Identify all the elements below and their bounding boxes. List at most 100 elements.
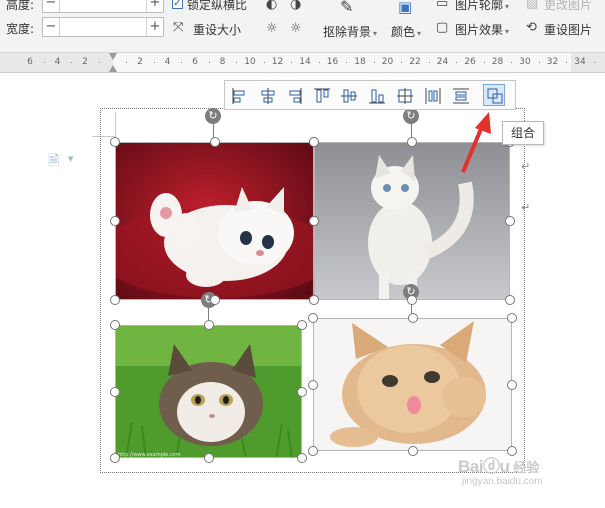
height-decrease-button[interactable]: − (43, 0, 59, 12)
ruler-tick-mark (263, 62, 265, 63)
resize-handle[interactable] (110, 295, 120, 305)
ruler-tick-label: 14 (299, 57, 311, 67)
resize-handle[interactable] (309, 216, 319, 226)
ruler-tick-mark (483, 62, 485, 63)
change-picture-button[interactable]: 更改图片 (544, 0, 592, 13)
ruler-tick-mark (98, 62, 100, 63)
document-page-icon[interactable]: 🗎 (48, 150, 59, 174)
width-label: 宽度: (6, 22, 35, 36)
reset-size-button[interactable]: 重设大小 (193, 21, 241, 38)
distribute-grid-button[interactable] (393, 84, 415, 106)
first-line-indent-marker[interactable] (109, 53, 117, 60)
ruler-tick-label: 4 (164, 57, 171, 67)
color-button[interactable]: 颜色 ▾ (391, 23, 421, 40)
resize-handle[interactable] (407, 313, 418, 323)
rotate-handle-icon[interactable]: ↻ (205, 108, 221, 124)
resize-handle[interactable] (505, 295, 515, 305)
align-center-button[interactable] (256, 84, 278, 106)
resize-handle[interactable] (407, 295, 417, 305)
resize-handle[interactable] (209, 295, 220, 305)
resize-handle[interactable] (309, 295, 319, 305)
resize-handle[interactable] (110, 320, 120, 330)
ruler-tick-label: 2 (82, 57, 88, 67)
resize-handle[interactable] (407, 137, 417, 147)
align-bottom-button[interactable] (365, 84, 387, 106)
resize-handle[interactable] (308, 313, 318, 323)
align-floating-toolbar (224, 80, 516, 110)
resize-handle[interactable] (297, 453, 307, 463)
align-left-button[interactable] (228, 84, 250, 106)
distribute-vertical-button[interactable] (449, 84, 471, 106)
resize-handle[interactable] (505, 216, 515, 226)
hanging-indent-marker[interactable] (109, 65, 117, 72)
baidu-paw-icon: ⓓu (482, 457, 510, 476)
resize-handle[interactable] (297, 320, 307, 330)
resize-handle[interactable] (308, 379, 318, 390)
remove-background-icon: ✎ (340, 0, 354, 16)
ruler-tick-mark (181, 62, 183, 63)
contrast-icon[interactable]: ◑ (290, 0, 301, 12)
horizontal-ruler[interactable]: 6 4 2 2 4 6 8 10 12 14 16 18 20 22 24 26 28 30 32 34 (0, 53, 605, 73)
group-button[interactable] (483, 84, 505, 106)
picture-outline-icon: ▭ (436, 0, 449, 11)
width-spinner[interactable]: − + (42, 17, 164, 37)
resize-handle[interactable] (309, 137, 319, 147)
picture-effect-button[interactable]: 图片效果 ▾ (455, 21, 509, 38)
ruler-tick-label: 22 (409, 57, 421, 67)
height-input[interactable] (59, 0, 147, 12)
tabby-kitten-grass-photo[interactable] (115, 325, 302, 458)
picture-outline-button[interactable]: 图片轮廓 ▾ (455, 0, 509, 13)
resize-handle[interactable] (110, 137, 120, 147)
align-center-icon (261, 88, 275, 104)
resize-handle[interactable] (507, 313, 517, 323)
resize-handle[interactable] (203, 320, 214, 330)
height-increase-button[interactable]: + (147, 0, 163, 12)
resize-handle[interactable] (308, 446, 318, 456)
resize-handle[interactable] (203, 453, 214, 463)
ruler-tick-label: 18 (354, 57, 366, 67)
distribute-horizontal-button[interactable] (421, 84, 443, 106)
distribute-horizontal-icon (425, 88, 441, 104)
resize-handle[interactable] (110, 386, 120, 397)
ruler-tick-mark (456, 62, 458, 63)
ruler-tick-mark (43, 62, 45, 63)
reset-size-icon: ⤧ (173, 20, 184, 35)
width-decrease-button[interactable]: − (43, 18, 59, 36)
ruler-tick-label: 6 (192, 57, 198, 67)
orange-kitten-photo[interactable] (313, 318, 512, 451)
ruler-tick-label: 8 (219, 57, 226, 67)
ruler-tick-label: 6 (27, 57, 33, 67)
width-input[interactable] (59, 18, 147, 36)
ruler-tick-mark (511, 62, 513, 63)
height-spinner[interactable]: − + (42, 0, 164, 13)
resize-handle[interactable] (110, 216, 120, 226)
resize-handle[interactable] (407, 446, 418, 456)
decrease-brightness-icon[interactable]: ☼ (290, 22, 302, 36)
red-arrow-annotation (461, 112, 491, 173)
rotate-handle-icon[interactable]: ↻ (403, 108, 419, 124)
align-middle-button[interactable] (337, 84, 359, 106)
ruler-tick-label: 12 (271, 57, 284, 67)
increase-brightness-icon[interactable]: ☼ (266, 22, 278, 36)
picture-effect-icon: ▢ (436, 20, 449, 35)
align-bottom-icon (369, 89, 385, 104)
group-tooltip: 组合 (502, 121, 544, 145)
resize-handle[interactable] (110, 453, 120, 463)
align-top-button[interactable] (310, 84, 332, 106)
resize-handle[interactable] (507, 379, 517, 390)
ruler-tick-mark (428, 62, 430, 63)
width-increase-button[interactable]: + (147, 18, 163, 36)
lock-ratio-label[interactable]: 锁定纵横比 (187, 0, 247, 13)
lock-ratio-checkbox[interactable]: ✓ (172, 0, 183, 9)
ruler-tick-label: 4 (54, 57, 61, 67)
resize-handle[interactable] (297, 386, 307, 397)
page-dropdown-caret-icon[interactable]: ▼ (68, 155, 73, 163)
align-right-button[interactable] (282, 84, 304, 106)
resize-handle[interactable] (209, 137, 220, 147)
remove-background-button[interactable]: 抠除背景 ▾ (323, 23, 377, 40)
reset-picture-button[interactable]: 重设图片 (544, 21, 592, 38)
baidu-jingyan-watermark: Baiⓓu 经验 jingyan.baidu.com (458, 452, 543, 487)
brightness-icon[interactable]: ◐ (266, 0, 277, 12)
ruler-tick-mark (566, 62, 568, 63)
kitten-photo-red-blanket[interactable] (115, 142, 314, 300)
